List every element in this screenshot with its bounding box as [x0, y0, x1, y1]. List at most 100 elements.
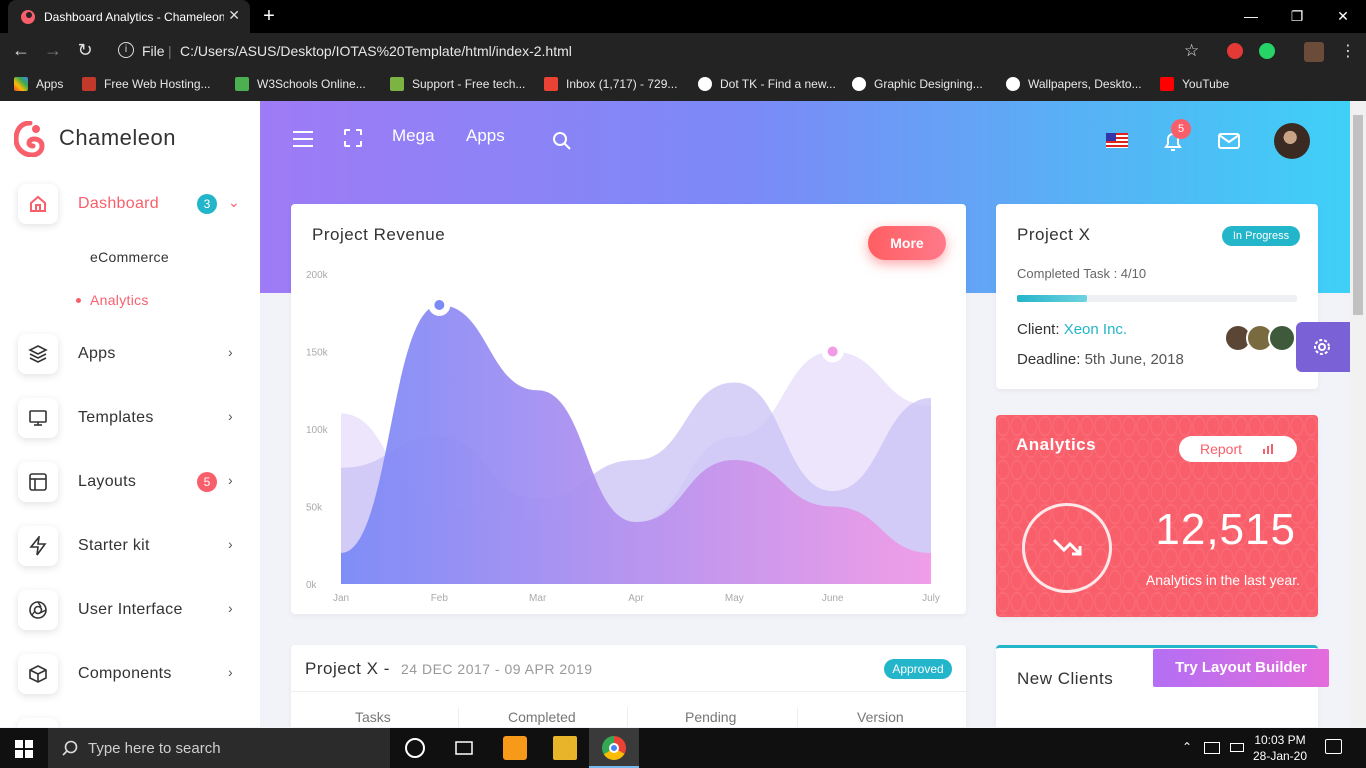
- user-avatar[interactable]: [1274, 123, 1310, 159]
- sidebar-item-dashboard[interactable]: Dashboard 3 ⌄: [0, 184, 260, 234]
- whatsapp-icon[interactable]: [1259, 43, 1275, 59]
- bookmark-apps[interactable]: Apps: [14, 77, 63, 91]
- network-icon[interactable]: [1204, 742, 1220, 754]
- bookmark-item[interactable]: Graphic Designing...: [852, 77, 983, 91]
- omnibox[interactable]: i File | C:/Users/ASUS/Desktop/IOTAS%20T…: [112, 37, 1222, 65]
- new-tab-button[interactable]: +: [258, 6, 280, 28]
- minimize-button[interactable]: —: [1238, 4, 1264, 28]
- browser-tab[interactable]: Dashboard Analytics - Chameleon ✕: [8, 0, 250, 33]
- y-tick-label: 200k: [306, 270, 329, 281]
- menu-dots-icon[interactable]: ⋮: [1340, 41, 1356, 61]
- layout-icon: [18, 462, 58, 502]
- windows-start-icon[interactable]: [15, 740, 33, 758]
- bookmarks-bar: Apps Free Web Hosting... W3Schools Onlin…: [0, 69, 1366, 101]
- info-icon[interactable]: i: [118, 42, 134, 58]
- zap-icon: [18, 526, 58, 566]
- maximize-button[interactable]: ❐: [1284, 4, 1310, 28]
- submenu-ecommerce[interactable]: eCommerce: [90, 249, 169, 265]
- sidebar-item-apps[interactable]: Apps ›: [0, 334, 260, 384]
- sidebar-item-starter-kit[interactable]: Starter kit ›: [0, 526, 260, 576]
- x-tick-label: June: [822, 593, 844, 604]
- bookmark-item[interactable]: YouTube: [1160, 77, 1229, 91]
- nav-mega[interactable]: Mega: [392, 126, 435, 146]
- chrome-icon: [602, 736, 626, 760]
- bookmark-item[interactable]: W3Schools Online...: [235, 77, 366, 91]
- reload-icon[interactable]: ↻: [74, 40, 96, 61]
- column-divider: [458, 707, 459, 727]
- cortana-icon[interactable]: [405, 738, 425, 758]
- notifications-icon[interactable]: [1325, 739, 1342, 754]
- bookmark-item[interactable]: Support - Free tech...: [390, 77, 525, 91]
- deadline-row: Deadline: 5th June, 2018: [1017, 351, 1184, 368]
- team-avatar[interactable]: [1268, 324, 1296, 352]
- close-tab-button[interactable]: ✕: [228, 7, 240, 24]
- x-tick-label: May: [725, 593, 744, 604]
- page-scrollbar[interactable]: [1350, 101, 1366, 727]
- bookmark-item[interactable]: Wallpapers, Deskto...: [1006, 77, 1142, 91]
- x-tick-label: Jan: [333, 593, 349, 604]
- browser-tab-bar: Dashboard Analytics - Chameleon ✕ + — ❐ …: [0, 0, 1366, 33]
- x-tick-label: Apr: [628, 593, 644, 604]
- gear-icon: [1314, 339, 1330, 355]
- layers-icon: [18, 334, 58, 374]
- scheme-label: File: [142, 43, 165, 59]
- task-count: Completed Task : 4/10: [1017, 266, 1147, 281]
- monitor-icon: [18, 398, 58, 438]
- sublime-text-icon[interactable]: [503, 736, 527, 760]
- us-flag-icon[interactable]: [1106, 133, 1128, 148]
- back-icon[interactable]: ←: [10, 40, 32, 61]
- x-tick-label: Mar: [529, 593, 547, 604]
- mail-icon[interactable]: [1218, 132, 1240, 150]
- project-revenue-card: Project Revenue More 200k 150k 100k 50k 0k J…: [291, 204, 966, 614]
- globe-icon: [852, 77, 866, 91]
- project-x-card: Project X In Progress Completed Task : 4…: [996, 204, 1318, 389]
- submenu-analytics[interactable]: Analytics: [90, 292, 149, 308]
- chrome-taskbar-button[interactable]: [589, 728, 639, 768]
- scrollbar-thumb[interactable]: [1353, 115, 1363, 315]
- client-link[interactable]: Xeon Inc.: [1064, 321, 1127, 338]
- report-button[interactable]: Report: [1179, 436, 1297, 462]
- extension-icon[interactable]: [1227, 43, 1243, 59]
- notification-badge: 5: [1171, 119, 1191, 139]
- x-tick-label: Feb: [431, 593, 449, 604]
- sidebar-item-label: Layouts: [78, 473, 137, 490]
- data-point-marker[interactable]: [821, 340, 844, 363]
- task-view-icon[interactable]: [452, 736, 476, 760]
- chevron-down-icon: ⌄: [228, 194, 240, 210]
- sidebar-item-layouts[interactable]: Layouts 5 ›: [0, 462, 260, 512]
- close-window-button[interactable]: ✕: [1330, 4, 1356, 28]
- hamburger-icon[interactable]: [293, 131, 313, 147]
- file-explorer-icon[interactable]: [553, 736, 577, 760]
- taskbar-clock[interactable]: 10:03 PM 28-Jan-20: [1250, 732, 1310, 764]
- status-badge: In Progress: [1222, 226, 1300, 246]
- bookmark-item[interactable]: Free Web Hosting...: [82, 77, 211, 91]
- sidebar-item-next[interactable]: [18, 718, 58, 727]
- url-text[interactable]: C:/Users/ASUS/Desktop/IOTAS%20Template/h…: [180, 43, 572, 59]
- profile-avatar[interactable]: [1304, 42, 1324, 62]
- box-icon: [18, 654, 58, 694]
- star-icon[interactable]: ☆: [1184, 41, 1199, 61]
- chevron-right-icon: ›: [228, 600, 233, 616]
- data-point-marker[interactable]: [428, 294, 451, 316]
- more-button[interactable]: More: [868, 226, 946, 260]
- globe-icon: [698, 77, 712, 91]
- forward-icon[interactable]: →: [42, 40, 64, 61]
- card-title: Analytics: [1016, 435, 1097, 454]
- hosting-icon: [82, 77, 96, 91]
- settings-toggle[interactable]: [1296, 322, 1350, 372]
- battery-icon[interactable]: [1230, 743, 1244, 752]
- fullscreen-icon[interactable]: [344, 129, 362, 147]
- sidebar-item-components[interactable]: Components ›: [0, 654, 260, 704]
- taskbar-search[interactable]: Type here to search: [48, 728, 390, 768]
- chevron-up-icon[interactable]: ⌃: [1182, 740, 1192, 754]
- nav-apps[interactable]: Apps: [466, 126, 505, 146]
- search-icon[interactable]: [552, 131, 572, 151]
- bookmark-item[interactable]: Inbox (1,717) - 729...: [544, 77, 677, 91]
- bookmark-item[interactable]: Dot TK - Find a new...: [698, 77, 836, 91]
- globe-icon: [1006, 77, 1020, 91]
- sidebar: Chameleon Dashboard 3 ⌄ eCommerce Analyt…: [0, 101, 260, 727]
- sidebar-item-templates[interactable]: Templates ›: [0, 398, 260, 448]
- sidebar-item-user-interface[interactable]: User Interface ›: [0, 590, 260, 640]
- try-layout-builder-button[interactable]: Try Layout Builder: [1153, 649, 1329, 687]
- column-divider: [797, 707, 798, 727]
